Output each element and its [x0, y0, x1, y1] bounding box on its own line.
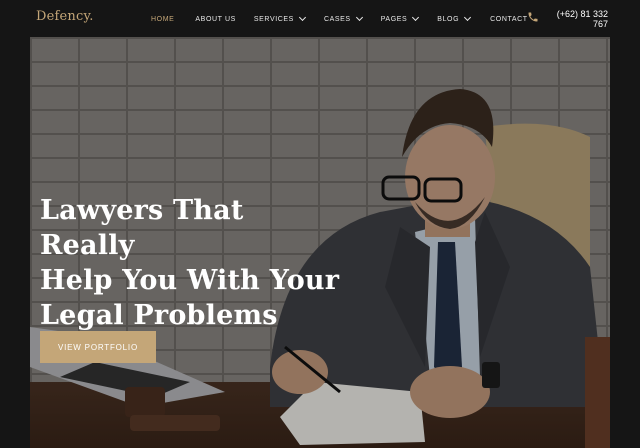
logo-dot: .	[89, 9, 94, 24]
nav-item-cases[interactable]: CASES	[323, 13, 363, 25]
nav-label: BLOG	[437, 15, 460, 23]
nav-label: ABOUT US	[195, 15, 236, 23]
nav-label: SERVICES	[253, 15, 294, 23]
chevron-down-icon	[298, 13, 306, 22]
nav-item-services[interactable]: SERVICES	[253, 13, 306, 25]
chevron-down-icon	[355, 13, 363, 22]
nav-item-contact[interactable]: CONTACT	[490, 13, 528, 25]
nav-item-blog[interactable]: BLOG	[437, 13, 472, 25]
chevron-down-icon	[412, 13, 420, 22]
logo-text: Defency	[36, 9, 90, 24]
nav-label: HOME	[151, 15, 175, 23]
hero-headline: Lawyers That Really Help You With Your L…	[40, 193, 340, 333]
nav-item-about-us[interactable]: ABOUT US	[195, 13, 235, 25]
nav-label: CASES	[323, 15, 351, 23]
nav-label: CONTACT	[490, 15, 528, 23]
phone-number[interactable]: (+62) 81 332 767	[552, 9, 608, 29]
logo[interactable]: Defency.	[36, 9, 94, 24]
main-nav: HOME ABOUT US SERVICES CASES PAGES BLOG …	[151, 13, 528, 25]
nav-item-home[interactable]: HOME	[151, 13, 174, 25]
nav-item-pages[interactable]: PAGES	[380, 13, 420, 25]
hero-headline-line: Help You With Your	[40, 265, 340, 296]
hero-headline-line: Lawyers That Really	[40, 195, 244, 261]
nav-label: PAGES	[380, 15, 408, 23]
phone-icon[interactable]	[527, 11, 539, 23]
hero-headline-line: Legal Problems	[40, 300, 278, 331]
site-header: Defency. HOME ABOUT US SERVICES CASES PA…	[0, 0, 640, 37]
chevron-down-icon	[464, 13, 472, 22]
view-portfolio-button[interactable]: VIEW PORTFOLIO	[40, 331, 156, 363]
